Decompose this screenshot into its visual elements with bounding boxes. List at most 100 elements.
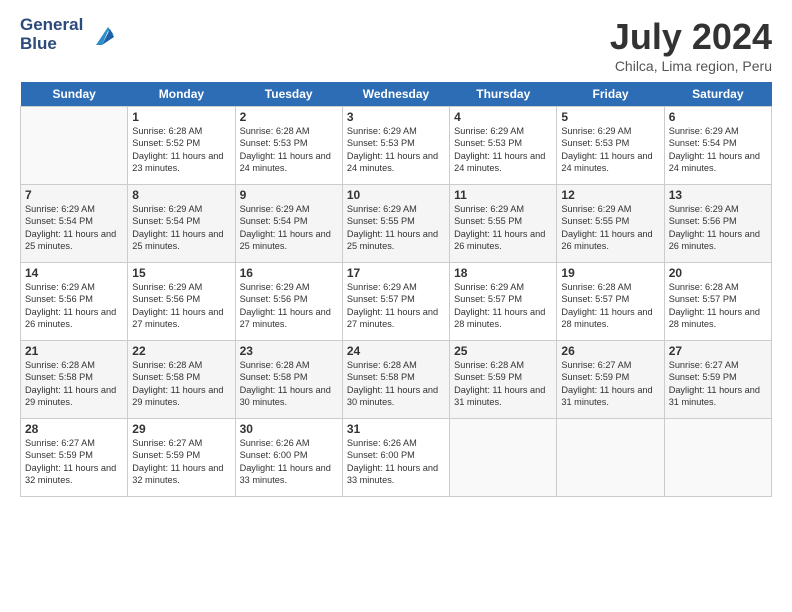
date-number: 31 [347, 422, 445, 436]
cell-info: Sunrise: 6:28 AMSunset: 5:57 PMDaylight:… [669, 281, 767, 331]
cell-info: Sunrise: 6:27 AMSunset: 5:59 PMDaylight:… [25, 437, 123, 487]
cell-info: Sunrise: 6:29 AMSunset: 5:56 PMDaylight:… [25, 281, 123, 331]
date-number: 15 [132, 266, 230, 280]
calendar-cell: 7Sunrise: 6:29 AMSunset: 5:54 PMDaylight… [21, 185, 128, 263]
date-number: 11 [454, 188, 552, 202]
date-number: 10 [347, 188, 445, 202]
date-number: 17 [347, 266, 445, 280]
calendar-cell: 16Sunrise: 6:29 AMSunset: 5:56 PMDayligh… [235, 263, 342, 341]
header-thursday: Thursday [450, 82, 557, 107]
date-number: 25 [454, 344, 552, 358]
cell-info: Sunrise: 6:29 AMSunset: 5:55 PMDaylight:… [454, 203, 552, 253]
calendar-table: SundayMondayTuesdayWednesdayThursdayFrid… [20, 82, 772, 497]
calendar-cell [450, 419, 557, 497]
date-number: 14 [25, 266, 123, 280]
date-number: 6 [669, 110, 767, 124]
cell-info: Sunrise: 6:29 AMSunset: 5:53 PMDaylight:… [347, 125, 445, 175]
cell-info: Sunrise: 6:27 AMSunset: 5:59 PMDaylight:… [132, 437, 230, 487]
date-number: 12 [561, 188, 659, 202]
header-friday: Friday [557, 82, 664, 107]
month-title: July 2024 [610, 16, 772, 58]
cell-info: Sunrise: 6:29 AMSunset: 5:54 PMDaylight:… [132, 203, 230, 253]
date-number: 26 [561, 344, 659, 358]
calendar-cell: 5Sunrise: 6:29 AMSunset: 5:53 PMDaylight… [557, 107, 664, 185]
header-wednesday: Wednesday [342, 82, 449, 107]
cell-info: Sunrise: 6:28 AMSunset: 5:59 PMDaylight:… [454, 359, 552, 409]
calendar-cell: 30Sunrise: 6:26 AMSunset: 6:00 PMDayligh… [235, 419, 342, 497]
header-sunday: Sunday [21, 82, 128, 107]
date-number: 29 [132, 422, 230, 436]
cell-info: Sunrise: 6:26 AMSunset: 6:00 PMDaylight:… [240, 437, 338, 487]
date-number: 22 [132, 344, 230, 358]
week-row-2: 7Sunrise: 6:29 AMSunset: 5:54 PMDaylight… [21, 185, 772, 263]
date-number: 3 [347, 110, 445, 124]
cell-info: Sunrise: 6:28 AMSunset: 5:57 PMDaylight:… [561, 281, 659, 331]
calendar-cell: 15Sunrise: 6:29 AMSunset: 5:56 PMDayligh… [128, 263, 235, 341]
week-row-4: 21Sunrise: 6:28 AMSunset: 5:58 PMDayligh… [21, 341, 772, 419]
calendar-cell: 20Sunrise: 6:28 AMSunset: 5:57 PMDayligh… [664, 263, 771, 341]
calendar-cell: 1Sunrise: 6:28 AMSunset: 5:52 PMDaylight… [128, 107, 235, 185]
cell-info: Sunrise: 6:29 AMSunset: 5:56 PMDaylight:… [669, 203, 767, 253]
cell-info: Sunrise: 6:28 AMSunset: 5:58 PMDaylight:… [132, 359, 230, 409]
date-number: 8 [132, 188, 230, 202]
header-tuesday: Tuesday [235, 82, 342, 107]
cell-info: Sunrise: 6:29 AMSunset: 5:57 PMDaylight:… [454, 281, 552, 331]
calendar-cell: 2Sunrise: 6:28 AMSunset: 5:53 PMDaylight… [235, 107, 342, 185]
calendar-cell: 3Sunrise: 6:29 AMSunset: 5:53 PMDaylight… [342, 107, 449, 185]
calendar-cell: 8Sunrise: 6:29 AMSunset: 5:54 PMDaylight… [128, 185, 235, 263]
calendar-cell: 18Sunrise: 6:29 AMSunset: 5:57 PMDayligh… [450, 263, 557, 341]
header-monday: Monday [128, 82, 235, 107]
cell-info: Sunrise: 6:29 AMSunset: 5:54 PMDaylight:… [669, 125, 767, 175]
date-number: 16 [240, 266, 338, 280]
cell-info: Sunrise: 6:29 AMSunset: 5:53 PMDaylight:… [561, 125, 659, 175]
date-number: 23 [240, 344, 338, 358]
title-area: July 2024 Chilca, Lima region, Peru [610, 16, 772, 74]
cell-info: Sunrise: 6:28 AMSunset: 5:58 PMDaylight:… [25, 359, 123, 409]
calendar-cell: 14Sunrise: 6:29 AMSunset: 5:56 PMDayligh… [21, 263, 128, 341]
week-row-3: 14Sunrise: 6:29 AMSunset: 5:56 PMDayligh… [21, 263, 772, 341]
header-row: SundayMondayTuesdayWednesdayThursdayFrid… [21, 82, 772, 107]
calendar-cell: 21Sunrise: 6:28 AMSunset: 5:58 PMDayligh… [21, 341, 128, 419]
calendar-cell: 10Sunrise: 6:29 AMSunset: 5:55 PMDayligh… [342, 185, 449, 263]
date-number: 7 [25, 188, 123, 202]
cell-info: Sunrise: 6:28 AMSunset: 5:58 PMDaylight:… [347, 359, 445, 409]
calendar-cell: 12Sunrise: 6:29 AMSunset: 5:55 PMDayligh… [557, 185, 664, 263]
cell-info: Sunrise: 6:29 AMSunset: 5:54 PMDaylight:… [240, 203, 338, 253]
week-row-1: 1Sunrise: 6:28 AMSunset: 5:52 PMDaylight… [21, 107, 772, 185]
calendar-cell: 29Sunrise: 6:27 AMSunset: 5:59 PMDayligh… [128, 419, 235, 497]
calendar-cell: 27Sunrise: 6:27 AMSunset: 5:59 PMDayligh… [664, 341, 771, 419]
logo-icon [86, 17, 118, 49]
logo: General Blue [20, 16, 118, 53]
date-number: 13 [669, 188, 767, 202]
calendar-cell: 26Sunrise: 6:27 AMSunset: 5:59 PMDayligh… [557, 341, 664, 419]
calendar-cell: 13Sunrise: 6:29 AMSunset: 5:56 PMDayligh… [664, 185, 771, 263]
calendar-cell: 6Sunrise: 6:29 AMSunset: 5:54 PMDaylight… [664, 107, 771, 185]
page: General Blue July 2024 Chilca, Lima regi… [0, 0, 792, 612]
logo-line1: General [20, 16, 83, 35]
date-number: 20 [669, 266, 767, 280]
header-saturday: Saturday [664, 82, 771, 107]
date-number: 28 [25, 422, 123, 436]
calendar-cell: 9Sunrise: 6:29 AMSunset: 5:54 PMDaylight… [235, 185, 342, 263]
date-number: 21 [25, 344, 123, 358]
subtitle: Chilca, Lima region, Peru [610, 58, 772, 74]
date-number: 1 [132, 110, 230, 124]
calendar-cell: 24Sunrise: 6:28 AMSunset: 5:58 PMDayligh… [342, 341, 449, 419]
cell-info: Sunrise: 6:28 AMSunset: 5:58 PMDaylight:… [240, 359, 338, 409]
calendar-cell: 25Sunrise: 6:28 AMSunset: 5:59 PMDayligh… [450, 341, 557, 419]
date-number: 4 [454, 110, 552, 124]
cell-info: Sunrise: 6:29 AMSunset: 5:57 PMDaylight:… [347, 281, 445, 331]
cell-info: Sunrise: 6:29 AMSunset: 5:53 PMDaylight:… [454, 125, 552, 175]
calendar-cell: 28Sunrise: 6:27 AMSunset: 5:59 PMDayligh… [21, 419, 128, 497]
cell-info: Sunrise: 6:29 AMSunset: 5:55 PMDaylight:… [561, 203, 659, 253]
date-number: 9 [240, 188, 338, 202]
calendar-cell: 11Sunrise: 6:29 AMSunset: 5:55 PMDayligh… [450, 185, 557, 263]
calendar-cell: 4Sunrise: 6:29 AMSunset: 5:53 PMDaylight… [450, 107, 557, 185]
cell-info: Sunrise: 6:29 AMSunset: 5:54 PMDaylight:… [25, 203, 123, 253]
calendar-cell: 17Sunrise: 6:29 AMSunset: 5:57 PMDayligh… [342, 263, 449, 341]
header: General Blue July 2024 Chilca, Lima regi… [20, 16, 772, 74]
date-number: 18 [454, 266, 552, 280]
date-number: 19 [561, 266, 659, 280]
cell-info: Sunrise: 6:29 AMSunset: 5:56 PMDaylight:… [240, 281, 338, 331]
logo-line2: Blue [20, 35, 83, 54]
